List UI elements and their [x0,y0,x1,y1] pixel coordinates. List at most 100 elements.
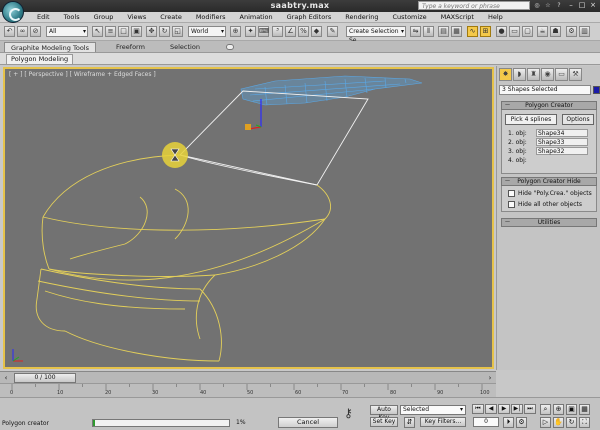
zoom-extents-all-icon[interactable]: ▦ [579,404,590,415]
cancel-button[interactable]: Cancel [278,417,338,428]
time-prev-icon[interactable]: ‹ [2,373,10,383]
mirror-icon[interactable]: ⇋ [410,26,421,37]
unlink-icon[interactable]: ⊘ [30,26,41,37]
track-bar[interactable]: 0 10 20 30 40 50 60 70 80 90 100 [0,383,496,397]
zoom-all-icon[interactable]: ⊕ [553,404,564,415]
reference-coord-dropdown[interactable]: World [188,26,226,37]
set-key-button[interactable]: Set Key [370,417,398,427]
next-frame-icon[interactable]: ▶| [511,404,523,414]
star-icon[interactable]: ☆ [543,1,553,10]
menu-graph-editors[interactable]: Graph Editors [280,13,339,22]
graphite-toggle-icon[interactable]: ▦ [451,26,462,37]
object-name-field[interactable]: 3 Shapes Selected [499,85,591,95]
pan-icon[interactable]: ✋ [553,417,564,428]
maximize-viewport-icon[interactable]: ⛶ [579,417,590,428]
material-editor-icon[interactable]: ● [496,26,507,37]
rectangle-select-icon[interactable]: □ [118,26,129,37]
menu-customize[interactable]: Customize [385,13,433,22]
selection-filter-dropdown[interactable]: All [46,26,88,37]
rollout-polygon-creator-hide[interactable]: Polygon Creator Hide [501,177,597,186]
key-mode-dropdown[interactable]: Selected [400,405,466,415]
polygon-modeling-panel-button[interactable]: Polygon Modeling [6,54,74,65]
binoculars-icon[interactable]: ◎ [532,1,542,10]
render-frame-icon[interactable]: ▥ [579,26,590,37]
play-icon[interactable]: ▶ [498,404,510,414]
current-frame-field[interactable]: 0 [473,417,499,427]
snap-toggle-icon[interactable]: ³ [272,26,283,37]
prev-frame-icon[interactable]: ◀ [485,404,497,414]
select-by-name-icon[interactable]: ≡ [105,26,116,37]
tab-selection[interactable]: Selection [164,42,206,52]
menu-rendering[interactable]: Rendering [338,13,385,22]
menu-help[interactable]: Help [481,13,510,22]
obj-value-3[interactable]: Shape32 [536,147,588,155]
minimize-button[interactable]: – [566,1,576,10]
angle-snap-icon[interactable]: ∠ [285,26,296,37]
options-button[interactable]: Options [562,114,594,125]
pivot-icon[interactable]: ⊕ [230,26,241,37]
menu-group[interactable]: Group [87,13,121,22]
schematic-view-icon[interactable]: ⊞ [480,26,491,37]
menu-maxscript[interactable]: MAXScript [434,13,481,22]
render-iterative-icon[interactable]: ☗ [550,26,561,37]
window-crossing-icon[interactable]: ▣ [131,26,142,37]
zoom-extents-icon[interactable]: ▣ [566,404,577,415]
tab-freeform[interactable]: Freeform [110,42,151,52]
scale-icon[interactable]: ◱ [172,26,183,37]
field-of-view-icon[interactable]: ▷ [540,417,551,428]
go-to-end-icon[interactable]: ⏭ [524,404,536,414]
display-tab-icon[interactable]: ▭ [555,68,568,81]
curve-editor-icon[interactable]: ∿ [467,26,478,37]
motion-tab-icon[interactable]: ◉ [541,68,554,81]
rollout-polygon-creator[interactable]: Polygon Creator [501,101,597,110]
object-color-swatch[interactable] [593,86,600,94]
time-slider[interactable]: ‹ 0 / 100 › [0,371,496,383]
obj-value-2[interactable]: Shape33 [536,138,588,146]
tab-graphite-modeling-tools[interactable]: Graphite Modeling Tools [4,42,97,52]
layer-manager-icon[interactable]: ▤ [438,26,449,37]
help-icon[interactable]: ? [554,1,564,10]
viewport-label[interactable]: [ + ] [ Perspective ] [ Wireframe + Edge… [9,71,156,78]
keyboard-shortcut-icon[interactable]: ⌨ [258,26,269,37]
zoom-icon[interactable]: ⌕ [540,404,551,415]
menu-modifiers[interactable]: Modifiers [189,13,233,22]
spinner-snap-icon[interactable]: ◆ [311,26,322,37]
menu-animation[interactable]: Animation [233,13,280,22]
edit-named-selection-icon[interactable]: ✎ [327,26,338,37]
select-icon[interactable]: ↖ [92,26,103,37]
perspective-viewport[interactable]: [ + ] [ Perspective ] [ Wireframe + Edge… [3,67,494,369]
create-tab-icon[interactable]: ✸ [499,68,512,81]
hide-poly-crea-checkbox[interactable] [508,190,515,197]
go-to-start-icon[interactable]: ⏮ [472,404,484,414]
obj-value-1[interactable]: Shape34 [536,129,588,137]
rotate-icon[interactable]: ↻ [159,26,170,37]
menu-tools[interactable]: Tools [57,13,87,22]
time-config-icon[interactable]: ⚙ [516,417,527,428]
modify-tab-icon[interactable]: ◗ [513,68,526,81]
key-mode-toggle-icon[interactable]: ⏵ [503,417,514,428]
undo-icon[interactable]: ↶ [4,26,15,37]
maximize-button[interactable]: □ [577,1,587,10]
named-selection-dropdown[interactable]: Create Selection Se [346,26,406,44]
auto-key-button[interactable]: Auto Key [370,405,398,421]
menu-edit[interactable]: Edit [30,13,57,22]
align-icon[interactable]: ⫴ [423,26,434,37]
time-slider-thumb[interactable]: 0 / 100 [14,373,76,383]
percent-snap-icon[interactable]: % [298,26,309,37]
menu-views[interactable]: Views [120,13,153,22]
hide-all-others-checkbox[interactable] [508,201,515,208]
key-mode-icon[interactable]: ⇵ [404,417,415,428]
move-icon[interactable]: ✥ [146,26,157,37]
render-production-icon[interactable]: ☕ [537,26,548,37]
hierarchy-tab-icon[interactable]: ♜ [527,68,540,81]
orbit-icon[interactable]: ↻ [566,417,577,428]
rollout-utilities[interactable]: Utilities [501,218,597,227]
ribbon-minimize-toggle[interactable] [226,44,234,50]
select-manipulate-icon[interactable]: ✦ [245,26,256,37]
key-icon[interactable]: ⚷ [344,406,353,420]
search-input[interactable]: Type a keyword or phrase [418,1,530,10]
app-logo-icon[interactable] [2,1,24,23]
link-icon[interactable]: ∞ [17,26,28,37]
time-next-icon[interactable]: › [486,373,494,383]
active-shade-icon[interactable]: ⚙ [566,26,577,37]
